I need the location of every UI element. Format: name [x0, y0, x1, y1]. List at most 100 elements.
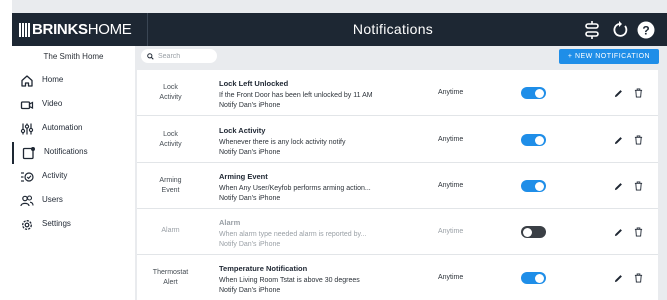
sidebar-item-automation[interactable]: Automation — [12, 118, 135, 140]
sidebar-item-users[interactable]: Users — [12, 190, 135, 212]
notification-category: Lock Activity — [143, 130, 198, 150]
description-line: When Living Room Tstat is above 30 degre… — [219, 277, 360, 284]
notifications-toolbar: + NEW NOTIFICATION — [137, 46, 667, 68]
notification-row[interactable]: Alarm Alarm When alarm type needed alarm… — [137, 209, 658, 255]
notifications-icon — [22, 147, 35, 160]
sidebar-item-label: Users — [42, 195, 63, 204]
notification-row[interactable]: Thermostat Alert Temperature Notificatio… — [137, 255, 658, 300]
home-icon — [21, 75, 33, 87]
category-line: Alarm — [161, 227, 180, 234]
description-line: Whenever there is any lock activity noti… — [219, 139, 346, 146]
description-line: Notify Dan's iPhone — [219, 240, 281, 248]
home-name: The Smith Home — [43, 52, 104, 61]
sidebar-item-label: Notifications — [44, 147, 88, 156]
description-line: If the Front Door has been left unlocked… — [219, 92, 373, 99]
settings-gear-icon — [22, 220, 32, 230]
activity-icon — [21, 172, 34, 182]
notification-schedule: Anytime — [438, 136, 464, 143]
help-icon[interactable]: ? — [636, 20, 656, 40]
description-line: When alarm type needed alarm is reported… — [219, 231, 367, 238]
notification-category: Arming Event — [143, 176, 198, 196]
toggle-knob — [535, 273, 544, 283]
category-line: Thermostat — [152, 269, 189, 276]
sidebar-item-activity[interactable]: Activity — [12, 166, 135, 188]
edit-pencil-icon[interactable] — [614, 228, 623, 237]
notification-description: When alarm type needed alarm is reported… — [219, 230, 366, 249]
search-input[interactable] — [158, 52, 214, 60]
sidebar-item-label: Video — [42, 99, 63, 108]
sidebar-item-label: Settings — [42, 219, 71, 228]
notification-row[interactable]: Lock Activity Lock Left Unlocked If the … — [137, 70, 658, 116]
users-icon — [20, 195, 34, 207]
notification-description: If the Front Door has been left unlocked… — [219, 91, 373, 110]
new-notification-button[interactable]: + NEW NOTIFICATION — [559, 49, 659, 64]
sidebar-item-notifications[interactable]: Notifications — [12, 142, 135, 164]
notification-name: Arming Event — [219, 172, 268, 181]
notification-description: Whenever there is any lock activity noti… — [219, 138, 345, 157]
notification-schedule: Anytime — [438, 228, 464, 235]
edit-pencil-icon[interactable] — [614, 136, 623, 145]
delete-trash-icon[interactable] — [634, 135, 643, 145]
notification-toggle[interactable] — [521, 226, 546, 238]
category-line: Activity — [159, 94, 182, 101]
settings-sliders-icon[interactable] — [582, 20, 602, 40]
delete-trash-icon[interactable] — [634, 88, 643, 98]
top-bar: BRINKS HOME Notifications ? — [12, 13, 667, 46]
edit-pencil-icon[interactable] — [614, 89, 623, 98]
toggle-knob — [523, 227, 532, 237]
notification-toggle[interactable] — [521, 180, 546, 192]
logo-bars-icon — [19, 23, 30, 37]
sidebar-item-video[interactable]: Video — [12, 94, 135, 116]
edit-pencil-icon[interactable] — [614, 274, 623, 283]
delete-trash-icon[interactable] — [634, 181, 643, 191]
sidebar: The Smith Home Home Video Automation Not… — [12, 46, 135, 300]
notification-toggle[interactable] — [521, 87, 546, 99]
brinks-home-logo[interactable]: BRINKS HOME — [19, 20, 140, 40]
notification-row[interactable]: Lock Activity Lock Activity Whenever the… — [137, 117, 658, 163]
notification-name: Alarm — [219, 218, 241, 227]
sidebar-item-home[interactable]: Home — [12, 70, 135, 92]
notification-name: Lock Activity — [219, 126, 266, 135]
description-line: Notify Dan's iPhone — [219, 148, 281, 156]
notification-category: Lock Activity — [143, 83, 198, 103]
category-line: Alert — [163, 279, 178, 286]
description-line: Notify Dan's iPhone — [219, 101, 281, 109]
notification-row[interactable]: Arming Event Arming Event When Any User/… — [137, 163, 658, 209]
logo-brand-bold: BRINKS — [32, 21, 88, 38]
search-icon — [147, 52, 154, 60]
toggle-knob — [535, 88, 544, 98]
notification-schedule: Anytime — [438, 182, 464, 189]
notification-name: Lock Left Unlocked — [219, 79, 289, 88]
toggle-knob — [535, 135, 544, 145]
description-line: Notify Dan's iPhone — [219, 194, 281, 202]
toggle-knob — [535, 181, 544, 191]
category-line: Event — [161, 187, 180, 194]
notification-category: Thermostat Alert — [143, 268, 198, 288]
notification-schedule: Anytime — [438, 274, 464, 281]
notification-toggle[interactable] — [521, 134, 546, 146]
notification-schedule: Anytime — [438, 89, 464, 96]
description-line: Notify Dan's iPhone — [219, 286, 281, 294]
search-box[interactable] — [141, 49, 217, 63]
refresh-icon[interactable] — [610, 20, 630, 40]
notification-toggle[interactable] — [521, 272, 546, 284]
delete-trash-icon[interactable] — [634, 273, 643, 283]
sidebar-item-label: Home — [42, 75, 64, 84]
automation-icon — [20, 123, 34, 135]
edit-pencil-icon[interactable] — [614, 182, 623, 191]
logo-brand-light: HOME — [87, 21, 132, 38]
notification-name: Temperature Notification — [219, 264, 308, 273]
notification-description: When Any User/Keyfob performs arming act… — [219, 184, 371, 203]
category-line: Activity — [159, 141, 182, 148]
notification-category: Alarm — [143, 226, 198, 236]
sidebar-item-label: Automation — [42, 123, 83, 132]
logo-divider — [147, 13, 148, 46]
delete-trash-icon[interactable] — [634, 227, 643, 237]
svg-text:?: ? — [642, 24, 649, 38]
category-line: Lock — [163, 84, 178, 91]
description-line: When Any User/Keyfob performs arming act… — [219, 185, 371, 192]
page-title: Notifications — [352, 21, 434, 37]
sidebar-item-settings[interactable]: Settings — [12, 214, 135, 236]
category-line: Arming — [159, 177, 182, 184]
notification-description: When Living Room Tstat is above 30 degre… — [219, 276, 360, 295]
